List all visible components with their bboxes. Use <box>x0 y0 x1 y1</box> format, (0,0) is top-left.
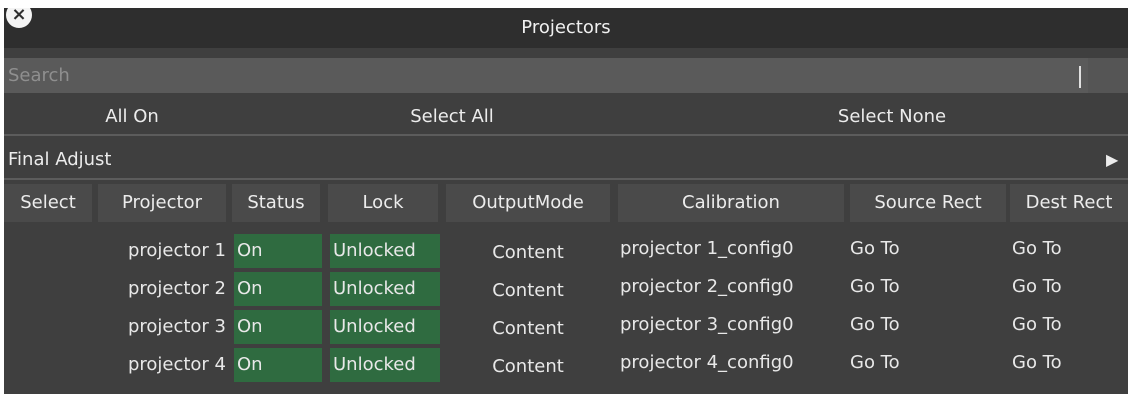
column-header-outputmode[interactable]: OutputMode <box>446 184 610 222</box>
column-header-lock[interactable]: Lock <box>328 184 438 222</box>
divider <box>4 178 1128 180</box>
action-buttons: All On Select All Select None <box>4 100 1128 134</box>
output-mode[interactable]: Content <box>446 274 610 308</box>
status-toggle[interactable]: On <box>234 310 322 344</box>
column-header-dest-rect[interactable]: Dest Rect <box>1010 184 1128 222</box>
final-adjust-section[interactable]: Final Adjust ▶ <box>4 142 1128 178</box>
lock-toggle[interactable]: Unlocked <box>330 272 440 306</box>
dest-rect-goto-button[interactable]: Go To <box>1012 270 1102 304</box>
status-toggle[interactable]: On <box>234 234 322 268</box>
output-mode[interactable]: Content <box>446 236 610 270</box>
lock-toggle[interactable]: Unlocked <box>330 234 440 268</box>
column-header-status[interactable]: Status <box>232 184 320 222</box>
search-input[interactable] <box>4 58 1084 93</box>
select-none-button[interactable]: Select None <box>764 100 1020 134</box>
column-header-projector[interactable]: Projector <box>98 184 226 222</box>
status-toggle[interactable]: On <box>234 348 322 382</box>
lock-toggle[interactable]: Unlocked <box>330 310 440 344</box>
column-header-calibration[interactable]: Calibration <box>618 184 844 222</box>
triangle-right-icon[interactable]: ▶ <box>1106 142 1118 178</box>
projector-name: projector 3 <box>127 316 226 337</box>
divider <box>4 134 1128 136</box>
calibration-value[interactable]: projector 1_config0 <box>620 232 850 266</box>
lock-toggle[interactable]: Unlocked <box>330 348 440 382</box>
window-title: Projectors <box>521 17 611 38</box>
output-mode[interactable]: Content <box>446 312 610 346</box>
calibration-value[interactable]: projector 2_config0 <box>620 270 850 304</box>
dest-rect-goto-button[interactable]: Go To <box>1012 232 1102 266</box>
source-rect-goto-button[interactable]: Go To <box>850 232 940 266</box>
source-rect-goto-button[interactable]: Go To <box>850 308 940 342</box>
text-cursor <box>1079 66 1081 88</box>
column-header-source-rect[interactable]: Source Rect <box>850 184 1006 222</box>
projector-name: projector 1 <box>127 240 226 261</box>
search-side-button[interactable] <box>1088 58 1128 93</box>
dest-rect-goto-button[interactable]: Go To <box>1012 308 1102 342</box>
source-rect-goto-button[interactable]: Go To <box>850 270 940 304</box>
status-toggle[interactable]: On <box>234 272 322 306</box>
calibration-value[interactable]: projector 4_config0 <box>620 346 850 380</box>
title-bar: Projectors <box>4 8 1128 48</box>
section-label: Final Adjust <box>8 149 112 170</box>
select-all-button[interactable]: Select All <box>324 100 580 134</box>
search-bar <box>4 58 1128 93</box>
source-rect-goto-button[interactable]: Go To <box>850 346 940 380</box>
projector-name: projector 4 <box>127 354 226 375</box>
projectors-panel: Projectors × All On Select All Select No… <box>4 8 1128 394</box>
column-header-select[interactable]: Select <box>4 184 92 222</box>
dest-rect-goto-button[interactable]: Go To <box>1012 346 1102 380</box>
all-on-button[interactable]: All On <box>4 100 260 134</box>
calibration-value[interactable]: projector 3_config0 <box>620 308 850 342</box>
output-mode[interactable]: Content <box>446 350 610 384</box>
projector-name: projector 2 <box>127 278 226 299</box>
